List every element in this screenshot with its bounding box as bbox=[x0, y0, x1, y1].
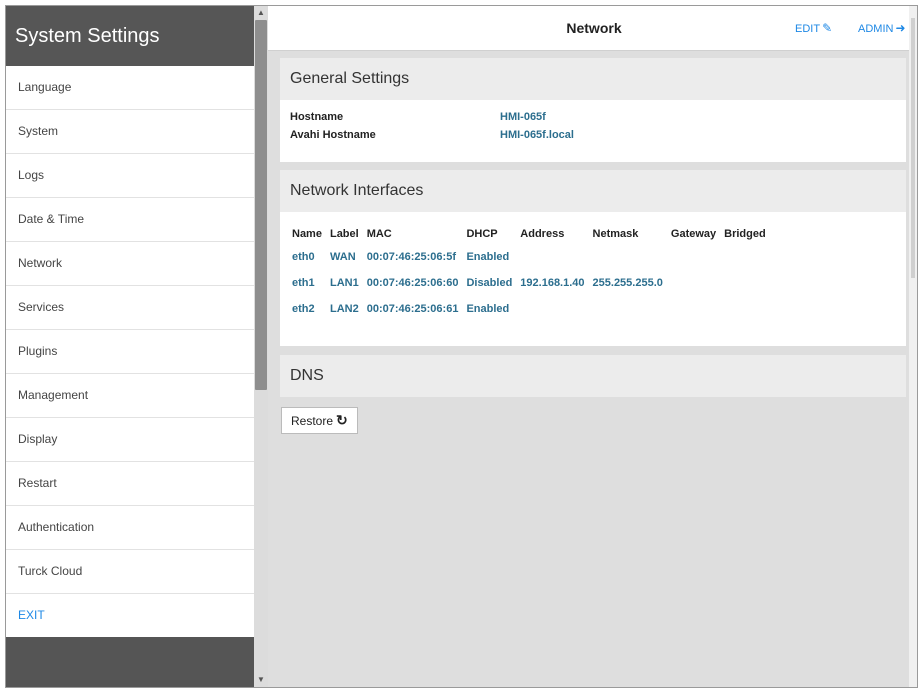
column-header: Address bbox=[520, 228, 565, 240]
table-cell: 00:07:46:25:06:5f bbox=[366, 251, 456, 263]
column-header: MAC bbox=[366, 228, 392, 240]
main-content: Network EDIT ✎ ADMIN ➜ General Settings Ho… bbox=[268, 6, 917, 687]
general-settings-panel: General Settings Hostname HMI-065f Avahi… bbox=[280, 58, 906, 162]
sidebar-item-network[interactable]: Network bbox=[6, 242, 254, 286]
dns-panel[interactable]: DNS bbox=[280, 355, 906, 397]
app-window: System Settings Language System Logs Dat… bbox=[5, 5, 918, 688]
main-scrollbar-thumb[interactable] bbox=[911, 18, 915, 278]
admin-link[interactable]: ADMIN ➜ bbox=[858, 6, 906, 51]
refresh-icon: ↻ bbox=[336, 412, 348, 428]
table-cell: 00:07:46:25:06:61 bbox=[366, 303, 459, 315]
column-header: Bridged bbox=[724, 228, 766, 240]
hostname-label: Hostname bbox=[290, 111, 344, 123]
sidebar-title: System Settings bbox=[6, 6, 254, 66]
table-header-row: Name Label MAC DHCP Address Netmask Gate… bbox=[288, 224, 770, 244]
sidebar-item-authentication[interactable]: Authentication bbox=[6, 506, 254, 550]
column-header: Netmask bbox=[592, 228, 639, 240]
table-cell bbox=[589, 244, 667, 270]
table-cell: 255.255.255.0 bbox=[592, 277, 663, 289]
table-cell: Enabled bbox=[466, 303, 510, 315]
scroll-up-arrow-icon[interactable]: ▲ bbox=[254, 6, 268, 20]
table-cell bbox=[720, 244, 770, 270]
restore-label: Restore bbox=[291, 414, 334, 428]
table-cell bbox=[516, 296, 588, 322]
table-cell: WAN bbox=[329, 251, 356, 263]
sidebar-item-exit[interactable]: EXIT bbox=[6, 594, 254, 637]
table-cell bbox=[720, 270, 770, 296]
main-scrollbar[interactable] bbox=[909, 6, 917, 687]
scroll-down-arrow-icon[interactable]: ▼ bbox=[254, 673, 268, 687]
table-cell: eth1 bbox=[292, 277, 315, 289]
hostname-row: Hostname HMI-065f bbox=[280, 108, 906, 126]
table-cell bbox=[667, 296, 720, 322]
column-header: DHCP bbox=[466, 228, 498, 240]
network-interfaces-panel: Network Interfaces Name Label MAC DHCP A… bbox=[280, 170, 906, 346]
avahi-hostname-value: HMI-065f.local bbox=[500, 129, 574, 141]
sidebar-item-management[interactable]: Management bbox=[6, 374, 254, 418]
table-cell: eth2 bbox=[292, 303, 315, 315]
network-interfaces-heading: Network Interfaces bbox=[280, 170, 906, 212]
table-cell bbox=[589, 296, 667, 322]
table-cell: LAN2 bbox=[329, 303, 359, 315]
general-settings-heading: General Settings bbox=[280, 58, 906, 100]
table-cell: Enabled bbox=[466, 251, 510, 263]
sidebar-item-system[interactable]: System bbox=[6, 110, 254, 154]
admin-label: ADMIN bbox=[858, 23, 894, 35]
restore-button[interactable]: Restore ↻ bbox=[281, 407, 358, 434]
edit-icon: ✎ bbox=[822, 21, 833, 35]
sidebar-scrollbar[interactable]: ▲ ▼ bbox=[254, 6, 268, 687]
table-row: eth2 LAN2 00:07:46:25:06:61 Enabled bbox=[288, 296, 770, 322]
sidebar-scrollbar-thumb[interactable] bbox=[255, 20, 267, 390]
sign-out-icon: ➜ bbox=[895, 21, 906, 35]
table-row: eth0 WAN 00:07:46:25:06:5f Enabled bbox=[288, 244, 770, 270]
table-cell: eth0 bbox=[292, 251, 315, 263]
table-cell bbox=[667, 244, 720, 270]
sidebar-item-date-time[interactable]: Date & Time bbox=[6, 198, 254, 242]
table-cell: Disabled bbox=[466, 277, 513, 289]
table-cell: 192.168.1.40 bbox=[520, 277, 585, 289]
table-cell bbox=[720, 296, 770, 322]
column-header: Label bbox=[329, 228, 359, 240]
sidebar-item-turck-cloud[interactable]: Turck Cloud bbox=[6, 550, 254, 594]
table-cell bbox=[516, 244, 588, 270]
sidebar-item-logs[interactable]: Logs bbox=[6, 154, 254, 198]
top-bar: Network EDIT ✎ ADMIN ➜ bbox=[268, 6, 917, 51]
table-cell: 00:07:46:25:06:60 bbox=[366, 277, 459, 289]
table-cell: LAN1 bbox=[329, 277, 359, 289]
sidebar-item-services[interactable]: Services bbox=[6, 286, 254, 330]
table-cell bbox=[667, 270, 720, 296]
column-header: Gateway bbox=[670, 228, 717, 240]
edit-label: EDIT bbox=[795, 23, 821, 35]
dns-heading: DNS bbox=[280, 355, 906, 397]
sidebar-item-language[interactable]: Language bbox=[6, 66, 254, 110]
table-row: eth1 LAN1 00:07:46:25:06:60 Disabled 192… bbox=[288, 270, 770, 296]
avahi-hostname-label: Avahi Hostname bbox=[290, 129, 376, 141]
sidebar-item-plugins[interactable]: Plugins bbox=[6, 330, 254, 374]
sidebar-item-restart[interactable]: Restart bbox=[6, 462, 254, 506]
avahi-hostname-row: Avahi Hostname HMI-065f.local bbox=[280, 126, 906, 144]
sidebar: System Settings Language System Logs Dat… bbox=[6, 6, 254, 687]
sidebar-menu: Language System Logs Date & Time Network… bbox=[6, 66, 254, 637]
column-header: Name bbox=[292, 228, 322, 240]
edit-link[interactable]: EDIT ✎ bbox=[795, 6, 832, 51]
interfaces-table: Name Label MAC DHCP Address Netmask Gate… bbox=[288, 224, 770, 322]
sidebar-item-display[interactable]: Display bbox=[6, 418, 254, 462]
hostname-value: HMI-065f bbox=[500, 111, 546, 123]
